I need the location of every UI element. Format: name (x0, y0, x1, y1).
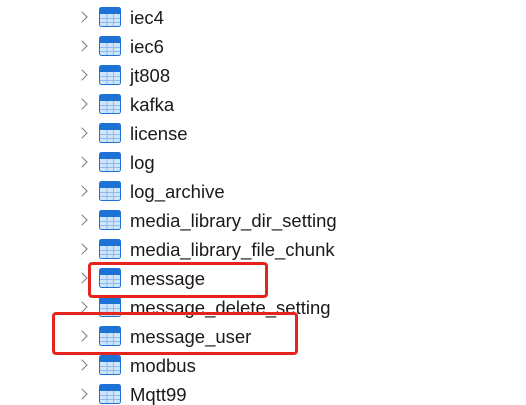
chevron-right-icon[interactable] (76, 359, 88, 371)
tree-row[interactable]: message_delete_setting (0, 294, 526, 323)
tree-row[interactable]: message_user (0, 323, 526, 352)
database-table-icon (99, 152, 121, 172)
tree-row-label: media_library_file_chunk (130, 239, 335, 260)
chevron-right-icon[interactable] (76, 243, 88, 255)
database-table-icon (99, 36, 121, 56)
tree-row-label: kafka (130, 94, 175, 115)
chevron-right-icon[interactable] (76, 40, 88, 52)
tree-row-label: iec6 (130, 36, 164, 57)
tree-row[interactable]: Mqtt99 (0, 381, 526, 405)
tree-row-label: license (130, 123, 188, 144)
chevron-right-icon[interactable] (76, 156, 88, 168)
database-table-icon (99, 297, 121, 317)
tree-row-label: message_delete_setting (130, 297, 331, 318)
chevron-right-icon[interactable] (76, 301, 88, 313)
tree-row[interactable]: log (0, 149, 526, 178)
chevron-right-icon[interactable] (76, 69, 88, 81)
tree-row[interactable]: media_library_dir_setting (0, 207, 526, 236)
database-table-icon (99, 355, 121, 375)
tree-row-label: log_archive (130, 181, 225, 202)
tree-row[interactable]: media_library_file_chunk (0, 236, 526, 265)
chevron-right-icon[interactable] (76, 11, 88, 23)
database-table-icon (99, 268, 121, 288)
database-table-icon (99, 326, 121, 346)
tree-row-label: jt808 (130, 65, 171, 86)
chevron-right-icon[interactable] (76, 127, 88, 139)
tree-row[interactable]: iec6 (0, 33, 526, 62)
tree-row-label: Mqtt99 (130, 384, 187, 405)
chevron-right-icon[interactable] (76, 330, 88, 342)
database-table-icon (99, 7, 121, 27)
database-table-icon (99, 65, 121, 85)
tree-row-label: message (130, 268, 206, 289)
tree-row[interactable]: message (0, 265, 526, 294)
chevron-right-icon[interactable] (76, 388, 88, 400)
tree-row-label: media_library_dir_setting (130, 210, 337, 231)
database-table-icon (99, 181, 121, 201)
chevron-right-icon[interactable] (76, 272, 88, 284)
tree-row-label: modbus (130, 355, 196, 376)
tree-row[interactable]: modbus (0, 352, 526, 381)
tree-row[interactable]: iec4 (0, 4, 526, 33)
tree-row-label: iec4 (130, 7, 164, 28)
chevron-right-icon[interactable] (76, 185, 88, 197)
tree-row-label: message_user (130, 326, 252, 347)
database-table-icon (99, 210, 121, 230)
tree-row[interactable]: jt808 (0, 62, 526, 91)
database-table-icon (99, 239, 121, 259)
database-table-icon (99, 123, 121, 143)
chevron-right-icon[interactable] (76, 214, 88, 226)
database-table-icon (99, 384, 121, 404)
database-table-icon (99, 94, 121, 114)
chevron-right-icon[interactable] (76, 98, 88, 110)
tree-row[interactable]: log_archive (0, 178, 526, 207)
tree-row-label: log (130, 152, 155, 173)
database-tree: iec4 iec6 jt808 kafka license log log_archivem… (0, 0, 526, 405)
tree-row[interactable]: license (0, 120, 526, 149)
tree-row[interactable]: kafka (0, 91, 526, 120)
